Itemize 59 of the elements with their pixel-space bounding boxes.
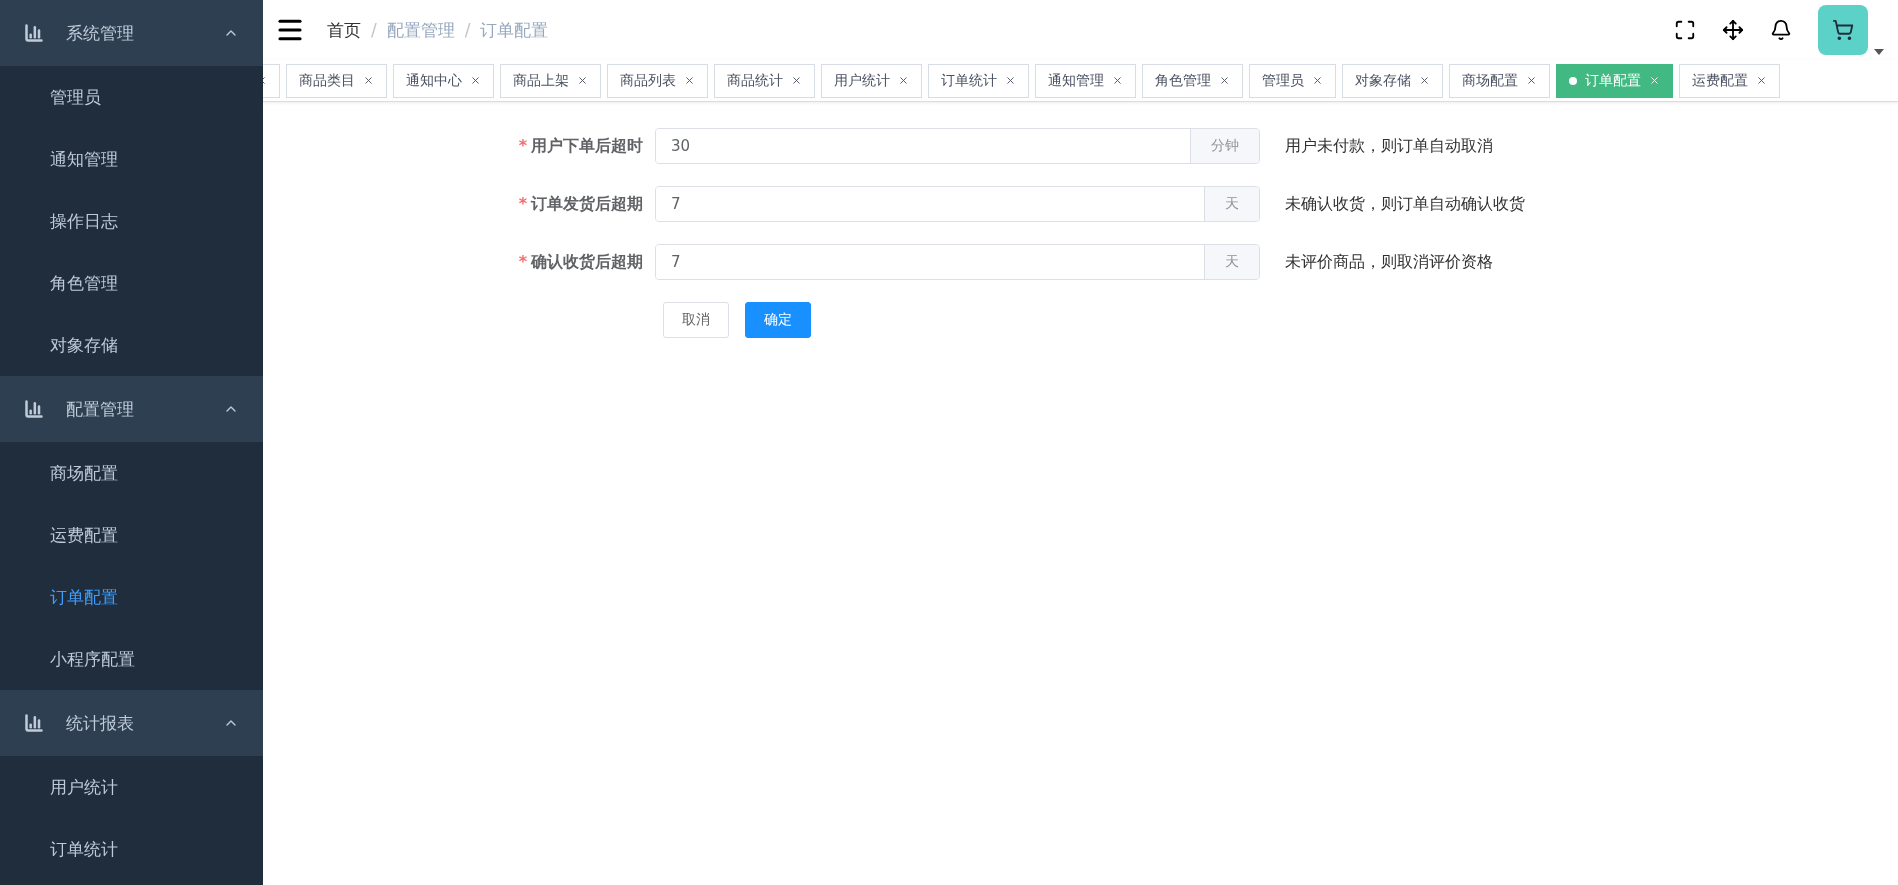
tab[interactable]: 通知中心 xyxy=(393,63,494,98)
caret-icon[interactable] xyxy=(1874,49,1884,55)
close-icon[interactable] xyxy=(1219,75,1230,86)
field-hint: 未确认收货，则订单自动确认收货 xyxy=(1285,193,1525,215)
close-icon[interactable] xyxy=(898,75,909,86)
tab[interactable]: 商品类目 xyxy=(286,63,387,98)
bar-chart-icon xyxy=(24,399,44,419)
tab[interactable]: 运费配置 xyxy=(1679,63,1780,98)
close-icon[interactable] xyxy=(791,75,802,86)
field-hint: 未评价商品，则取消评价资格 xyxy=(1285,251,1493,273)
close-icon[interactable] xyxy=(363,75,374,86)
breadcrumb-item[interactable]: 首页 xyxy=(327,18,361,42)
breadcrumb-separator: / xyxy=(371,20,377,40)
close-icon[interactable] xyxy=(1526,75,1537,86)
tab[interactable]: 商品统计 xyxy=(714,63,815,98)
field-hint: 用户未付款，则订单自动取消 xyxy=(1285,135,1493,157)
group-title: 系统管理 xyxy=(66,21,135,45)
sidebar-group[interactable]: 配置管理 xyxy=(0,376,263,442)
avatar[interactable] xyxy=(1818,5,1868,55)
tab[interactable]: 订单统计 xyxy=(928,63,1029,98)
close-icon[interactable] xyxy=(1112,75,1123,86)
close-icon[interactable] xyxy=(1312,75,1323,86)
tab[interactable]: 商场配置 xyxy=(1449,63,1550,98)
tab[interactable]: 商品上架 xyxy=(500,63,601,98)
sidebar-group[interactable]: 统计报表 xyxy=(0,690,263,756)
cancel-button[interactable]: 取消 xyxy=(663,302,729,338)
group-title: 统计报表 xyxy=(66,711,135,735)
tab[interactable]: 角色管理 xyxy=(1142,63,1243,98)
fullscreen-icon[interactable] xyxy=(1674,19,1696,41)
field-label: * 确认收货后超期 xyxy=(517,251,644,273)
field-label: * 订单发货后超期 xyxy=(517,193,644,215)
tab[interactable]: 管理员 xyxy=(1249,63,1336,98)
unit-addon: 天 xyxy=(1204,187,1259,221)
tab[interactable]: 商品列表 xyxy=(607,63,708,98)
input-group[interactable]: 7 天 xyxy=(655,186,1260,222)
unit-addon: 分钟 xyxy=(1190,129,1259,163)
unit-addon: 天 xyxy=(1204,245,1259,279)
bell-icon[interactable] xyxy=(1770,19,1792,41)
breadcrumb-item: 配置管理 xyxy=(386,18,455,42)
close-icon[interactable] xyxy=(1005,75,1016,86)
input-group[interactable]: 7 天 xyxy=(655,244,1260,280)
close-icon[interactable] xyxy=(470,75,481,86)
breadcrumb-separator: / xyxy=(464,20,471,40)
input-group[interactable]: 30 分钟 xyxy=(655,128,1260,164)
tab[interactable]: 通知管理 xyxy=(1035,63,1136,98)
move-icon[interactable] xyxy=(1722,19,1744,41)
close-icon[interactable] xyxy=(577,75,588,86)
bar-chart-icon xyxy=(24,713,44,733)
active-dot xyxy=(1569,76,1577,85)
bar-chart-icon xyxy=(24,23,44,43)
sidebar-group[interactable]: 系统管理 xyxy=(0,0,263,66)
close-icon[interactable] xyxy=(684,75,695,86)
field-label: * 用户下单后超时 xyxy=(517,135,644,157)
close-icon[interactable] xyxy=(1419,75,1430,86)
breadcrumb-item: 订单配置 xyxy=(480,18,549,42)
close-icon[interactable] xyxy=(1756,75,1767,86)
tab[interactable]: 用户统计 xyxy=(821,63,922,98)
group-title: 配置管理 xyxy=(66,397,135,421)
tab[interactable]: 对象存储 xyxy=(1342,63,1443,98)
